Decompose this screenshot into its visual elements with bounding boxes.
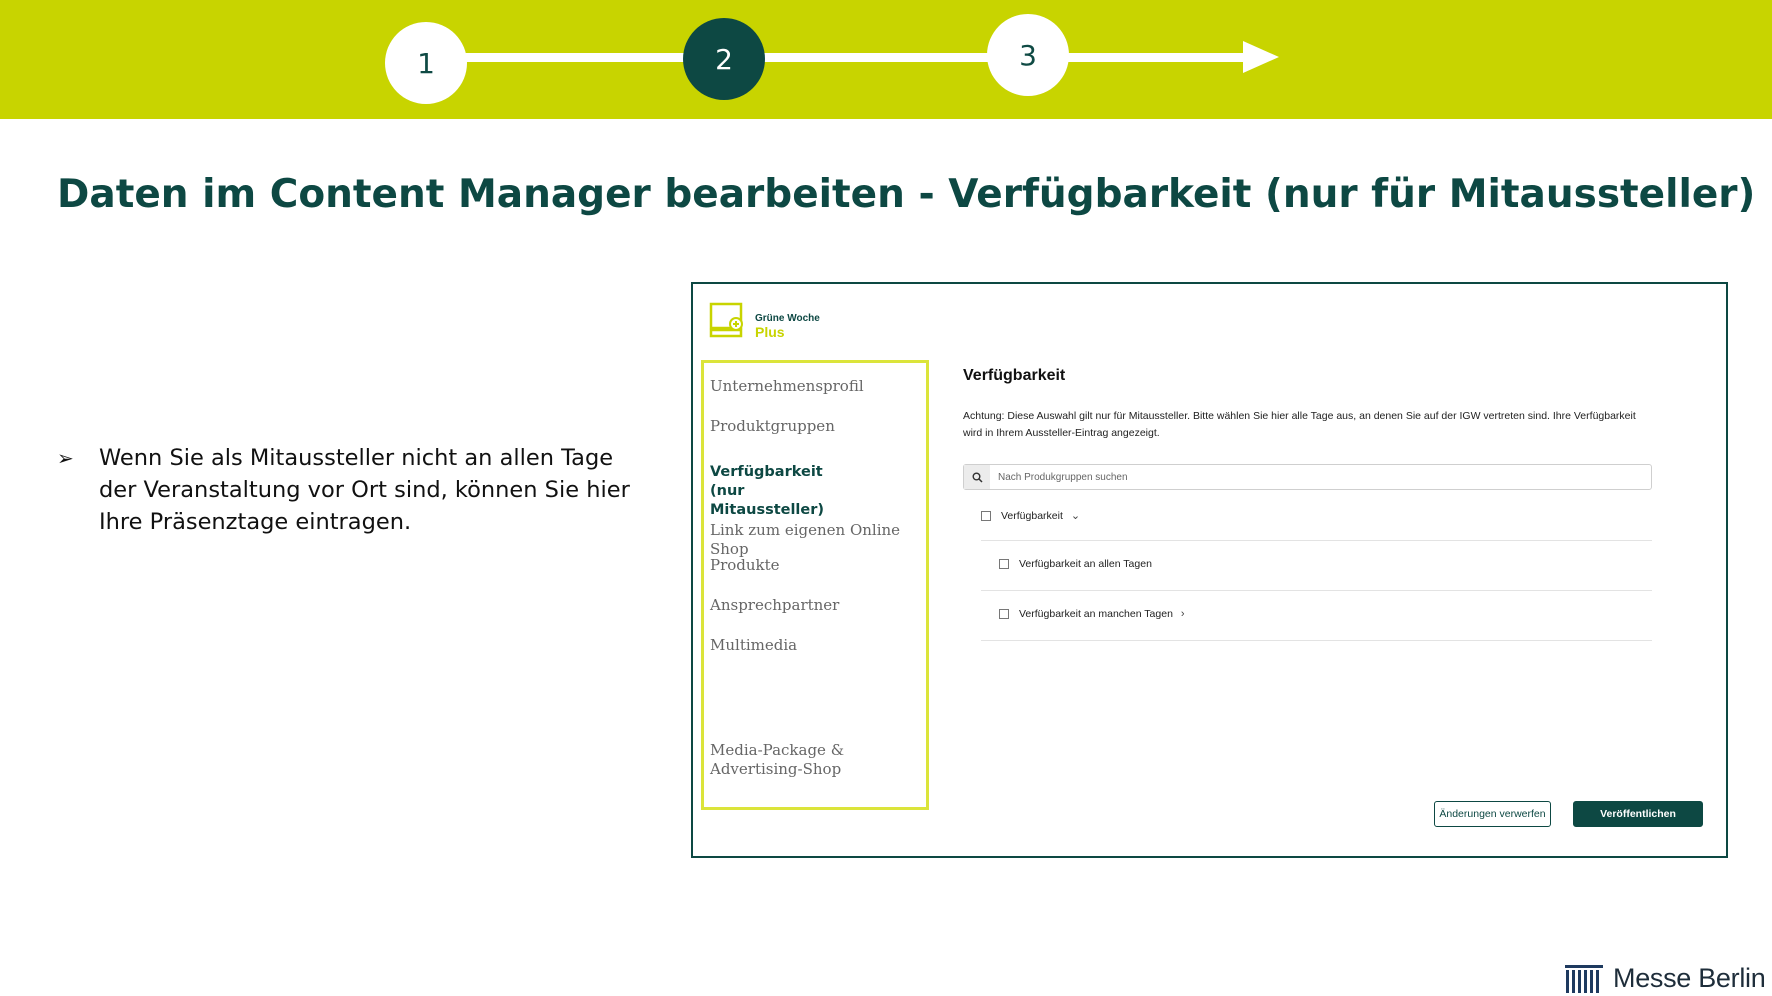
divider [981,590,1652,591]
section-title: Verfügbarkeit [963,367,1066,384]
progress-banner: 1 2 3 [0,0,1772,119]
nav-item-produktgruppen[interactable]: Produktgruppen [710,417,920,436]
nav-item-ansprechpartner[interactable]: Ansprechpartner [710,596,920,615]
step-3-label: 3 [1019,38,1037,72]
option-verfuegbarkeit-alle-tage[interactable]: Verfügbarkeit an allen Tagen [999,558,1152,570]
slide-title: Daten im Content Manager bearbeiten - Ve… [57,172,1756,217]
chevron-right-icon[interactable]: › [1181,608,1185,620]
discard-changes-button[interactable]: Änderungen verwerfen [1434,801,1551,827]
search-field [963,464,1652,490]
option-label: Verfügbarkeit an allen Tagen [1019,558,1152,570]
step-1-circle: 1 [385,22,467,104]
logo-monitor-icon [709,302,743,338]
gruene-woche-plus-logo: Grüne Woche Plus [709,300,829,344]
divider [981,540,1652,541]
bullet-point: ➢ Wenn Sie als Mitaussteller nicht an al… [57,442,647,538]
divider [981,640,1652,641]
checkbox[interactable] [999,559,1009,569]
step-1-label: 1 [417,46,435,80]
nav-item-verfuegbarkeit[interactable]: Verfügbarkeit (nur Mitaussteller) [710,463,860,520]
nav-item-produkte[interactable]: Produkte [710,556,920,575]
messe-berlin-columns-icon [1565,964,1603,993]
brand-name: Messe Berlin [1613,963,1766,993]
section-note: Achtung: Diese Auswahl gilt nur für Mita… [963,410,1636,439]
progress-line [425,53,1251,62]
logo-text-bottom: Plus [755,324,785,340]
nav-item-multimedia[interactable]: Multimedia [710,636,920,655]
publish-button[interactable]: Veröffentlichen [1573,801,1703,827]
search-input[interactable] [998,468,1638,486]
step-2-label: 2 [715,42,733,76]
option-verfuegbarkeit-manche-tage[interactable]: Verfügbarkeit an manchen Tagen › [999,608,1185,620]
bullet-text: Wenn Sie als Mitaussteller nicht an alle… [99,445,630,535]
arrowhead-bullet-icon: ➢ [57,446,74,470]
search-icon[interactable] [964,465,990,489]
chevron-down-icon[interactable]: ⌄ [1071,509,1080,522]
option-verfuegbarkeit[interactable]: Verfügbarkeit ⌄ [981,509,1080,522]
content-manager-screenshot: Grüne Woche Plus Unternehmensprofil Prod… [691,282,1728,858]
option-label: Verfügbarkeit [1001,509,1063,522]
logo-text-top: Grüne Woche [755,313,820,324]
option-label: Verfügbarkeit an manchen Tagen [1019,608,1173,620]
nav-item-unternehmensprofil[interactable]: Unternehmensprofil [710,377,920,396]
step-2-circle: 2 [683,18,765,100]
sidebar-nav: Unternehmensprofil Produktgruppen Verfüg… [701,360,929,810]
progress-arrow-icon [1243,41,1279,73]
checkbox[interactable] [999,609,1009,619]
nav-item-online-shop-link[interactable]: Link zum eigenen Online Shop [710,521,920,559]
checkbox[interactable] [981,510,991,521]
step-3-circle: 3 [987,14,1069,96]
nav-item-media-package[interactable]: Media-Package & Advertising-Shop [710,741,920,779]
messe-berlin-logo: Messe Berlin [1565,963,1766,994]
